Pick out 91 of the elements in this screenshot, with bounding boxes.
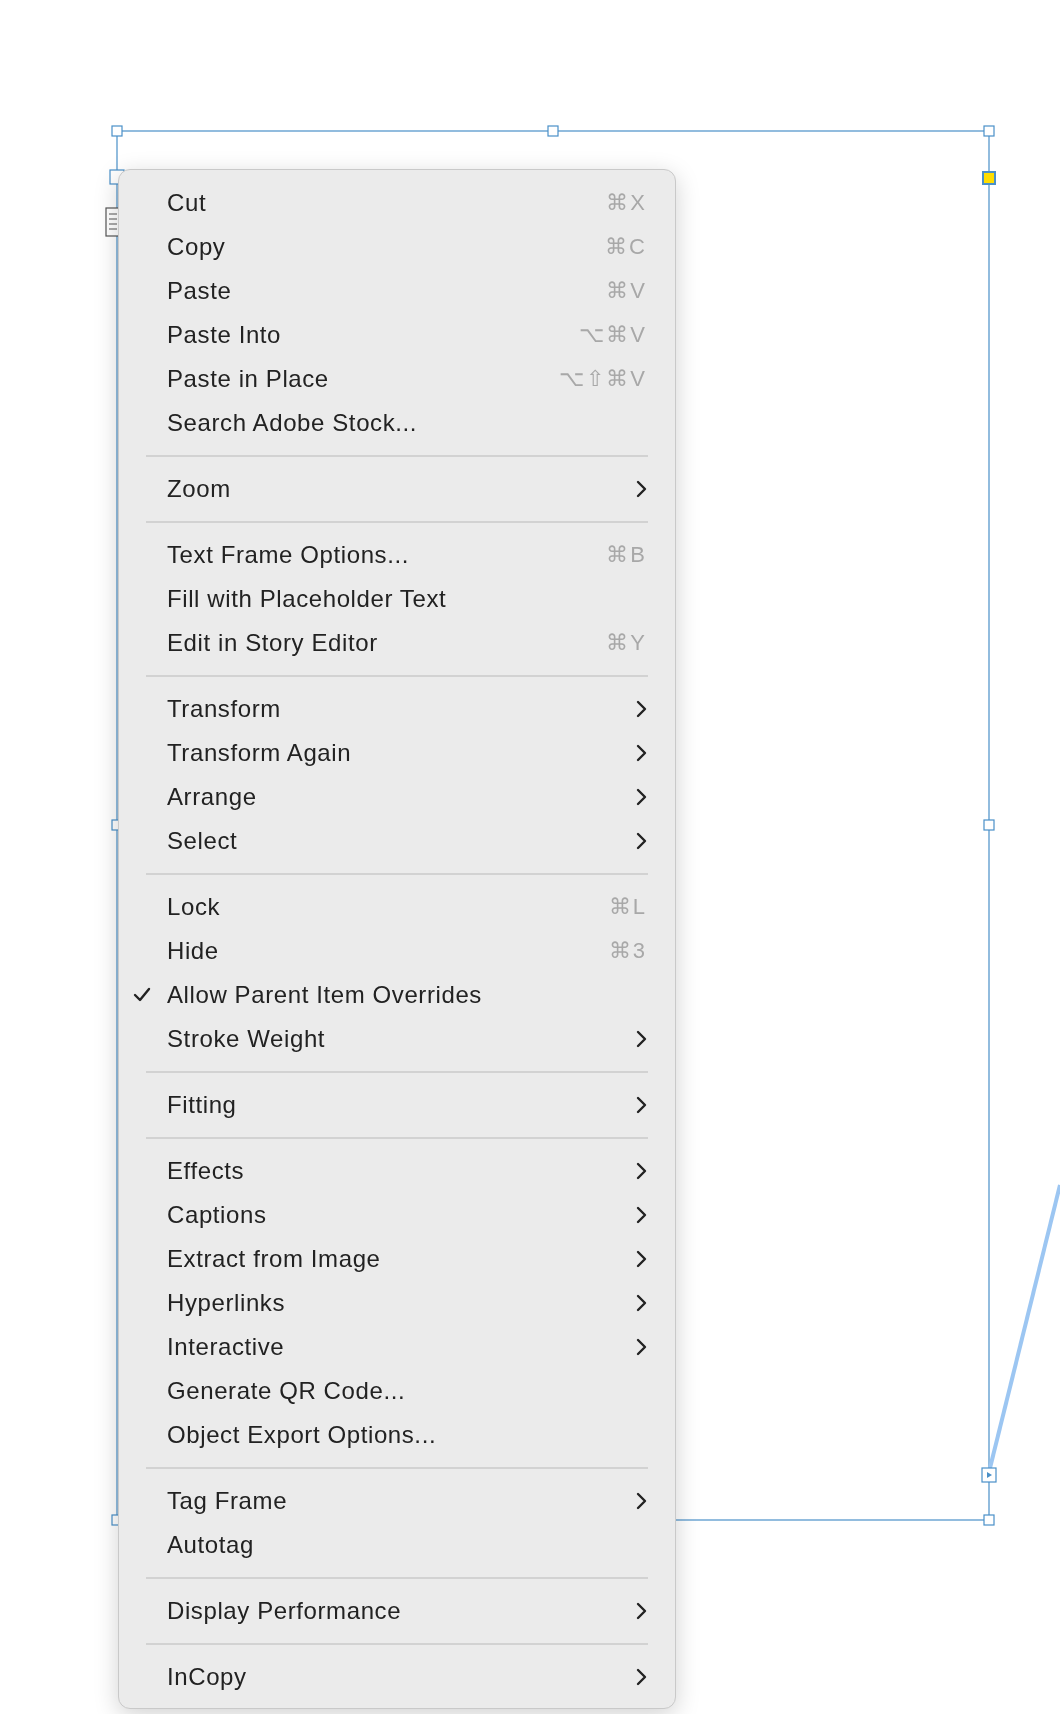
menu-item-label: Search Adobe Stock... — [167, 409, 419, 437]
out-port-icon[interactable] — [981, 1467, 997, 1483]
menu-item-label: Edit in Story Editor — [167, 629, 379, 657]
menu-item-label: Tag Frame — [167, 1487, 289, 1515]
selection-handle[interactable] — [983, 819, 995, 831]
menu-item-label: Fill with Placeholder Text — [167, 585, 448, 613]
menu-item[interactable]: Hyperlinks — [119, 1281, 675, 1325]
chevron-right-icon — [635, 1338, 647, 1356]
selection-handle[interactable] — [547, 125, 559, 137]
menu-item[interactable]: Stroke Weight — [119, 1017, 675, 1061]
menu-item[interactable]: Tag Frame — [119, 1479, 675, 1523]
menu-item[interactable]: Display Performance — [119, 1589, 675, 1633]
keyboard-shortcut: ⌘3 — [608, 938, 647, 964]
menu-item[interactable]: Edit in Story Editor ⌘Y — [119, 621, 675, 665]
keyboard-shortcut: ⌘Y — [606, 630, 647, 656]
menu-item-label: Arrange — [167, 783, 258, 811]
chevron-right-icon — [635, 1294, 647, 1312]
chevron-right-icon — [635, 832, 647, 850]
menu-item-label: Hide — [167, 937, 220, 965]
menu-item[interactable]: Arrange — [119, 775, 675, 819]
chevron-right-icon — [635, 744, 647, 762]
menu-item[interactable]: Object Export Options... — [119, 1413, 675, 1457]
keyboard-shortcut: ⌘C — [605, 234, 647, 260]
menu-item[interactable]: Interactive — [119, 1325, 675, 1369]
menu-item-label: Allow Parent Item Overrides — [167, 981, 483, 1009]
chevron-right-icon — [635, 1206, 647, 1224]
menu-item-label: Transform Again — [167, 739, 353, 767]
chevron-right-icon — [635, 1602, 647, 1620]
menu-item-label: Display Performance — [167, 1597, 403, 1625]
menu-item-label: Interactive — [167, 1333, 286, 1361]
menu-item-label: Stroke Weight — [167, 1025, 327, 1053]
selection-handle[interactable] — [983, 1514, 995, 1526]
menu-item-label: Autotag — [167, 1531, 255, 1559]
keyboard-shortcut: ⌘L — [608, 894, 647, 920]
menu-item[interactable]: Search Adobe Stock... — [119, 401, 675, 445]
chevron-right-icon — [635, 1668, 647, 1686]
selection-handle[interactable] — [111, 125, 123, 137]
menu-item[interactable]: Paste ⌘V — [119, 269, 675, 313]
menu-item[interactable]: Zoom — [119, 467, 675, 511]
menu-item-label: Fitting — [167, 1091, 238, 1119]
chevron-right-icon — [635, 700, 647, 718]
menu-item[interactable]: Copy ⌘C — [119, 225, 675, 269]
menu-item-label: Captions — [167, 1201, 268, 1229]
menu-item[interactable]: Lock ⌘L — [119, 885, 675, 929]
chevron-right-icon — [635, 1096, 647, 1114]
keyboard-shortcut: ⌘B — [606, 542, 647, 568]
menu-item[interactable]: InCopy — [119, 1655, 675, 1699]
menu-item-label: Paste — [167, 277, 233, 305]
chevron-right-icon — [635, 1030, 647, 1048]
menu-item-label: Select — [167, 827, 239, 855]
menu-item[interactable]: Generate QR Code... — [119, 1369, 675, 1413]
menu-item[interactable]: Fitting — [119, 1083, 675, 1127]
keyboard-shortcut: ⌘X — [606, 190, 647, 216]
corner-options-handle[interactable] — [982, 171, 996, 185]
keyboard-shortcut: ⌥⇧⌘V — [559, 366, 647, 392]
menu-item-label: Extract from Image — [167, 1245, 382, 1273]
menu-item-label: Paste in Place — [167, 365, 330, 393]
menu-item-label: Lock — [167, 893, 222, 921]
menu-item[interactable]: Autotag — [119, 1523, 675, 1567]
selection-handle[interactable] — [983, 125, 995, 137]
menu-item[interactable]: Transform Again — [119, 731, 675, 775]
menu-item[interactable]: Effects — [119, 1149, 675, 1193]
menu-item-label: Cut — [167, 189, 208, 217]
menu-item-label: Effects — [167, 1157, 246, 1185]
menu-item[interactable]: Paste in Place ⌥⇧⌘V — [119, 357, 675, 401]
chevron-right-icon — [635, 1492, 647, 1510]
keyboard-shortcut: ⌥⌘V — [579, 322, 647, 348]
menu-item[interactable]: Captions — [119, 1193, 675, 1237]
menu-item[interactable]: Extract from Image — [119, 1237, 675, 1281]
menu-item-label: Copy — [167, 233, 227, 261]
menu-item-label: InCopy — [167, 1663, 248, 1691]
menu-item[interactable]: Text Frame Options... ⌘B — [119, 533, 675, 577]
keyboard-shortcut: ⌘V — [606, 278, 647, 304]
menu-item-label: Zoom — [167, 475, 232, 503]
menu-item[interactable]: Cut ⌘X — [119, 181, 675, 225]
menu-item-label: Paste Into — [167, 321, 283, 349]
menu-item-label: Text Frame Options... — [167, 541, 410, 569]
menu-item[interactable]: Select — [119, 819, 675, 863]
chevron-right-icon — [635, 1162, 647, 1180]
menu-item[interactable]: Transform — [119, 687, 675, 731]
menu-item-label: Generate QR Code... — [167, 1377, 407, 1405]
chevron-right-icon — [635, 1250, 647, 1268]
chevron-right-icon — [635, 480, 647, 498]
menu-item[interactable]: Paste Into ⌥⌘V — [119, 313, 675, 357]
menu-item[interactable]: Allow Parent Item Overrides — [119, 973, 675, 1017]
menu-item-label: Hyperlinks — [167, 1289, 287, 1317]
menu-item[interactable]: Hide ⌘3 — [119, 929, 675, 973]
chevron-right-icon — [635, 788, 647, 806]
menu-item-label: Transform — [167, 695, 282, 723]
menu-item[interactable]: Fill with Placeholder Text — [119, 577, 675, 621]
menu-item-label: Object Export Options... — [167, 1421, 438, 1449]
